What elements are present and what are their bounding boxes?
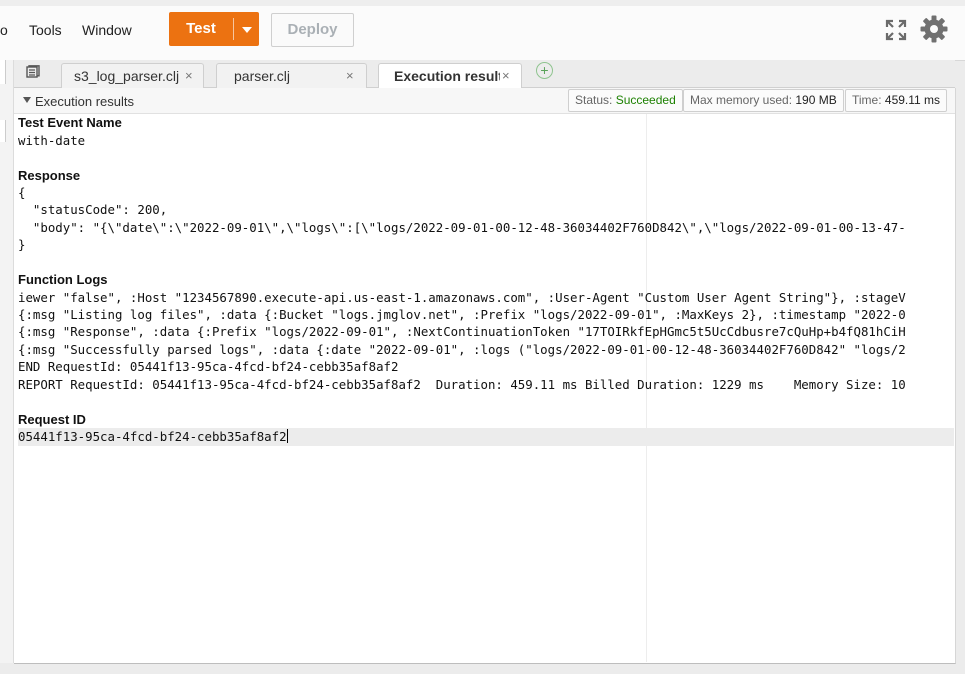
- test-button-label[interactable]: Test: [169, 12, 233, 46]
- response-line: "body": "{\"date\":\"2022-09-01\",\"logs…: [18, 220, 906, 235]
- menu-item-window[interactable]: Window: [82, 22, 132, 38]
- execution-results-panel: Execution results Status: Succeeded Max …: [14, 88, 956, 664]
- log-line: {:msg "Response", :data {:Prefix "logs/2…: [18, 324, 906, 339]
- tab-label[interactable]: Execution results: [394, 68, 500, 84]
- test-button-divider: [233, 18, 234, 40]
- log-line: iewer "false", :Host "1234567890.execute…: [18, 290, 906, 305]
- top-menu-bar: o Tools Window Test Deploy: [0, 0, 965, 61]
- gear-icon[interactable]: [919, 14, 949, 44]
- time-value: 459.11 ms: [884, 93, 941, 107]
- close-icon[interactable]: ×: [346, 68, 354, 83]
- gutter-tab[interactable]: [0, 60, 6, 84]
- menu-item-tools[interactable]: Tools: [29, 22, 62, 38]
- test-event-value: with-date: [18, 133, 86, 148]
- left-gutter: [0, 60, 14, 663]
- panel-header: Execution results Status: Succeeded Max …: [14, 88, 955, 114]
- status-value: Succeeded: [615, 93, 676, 107]
- tab-execution-results[interactable]: Execution results ×: [378, 63, 522, 89]
- log-line: {:msg "Successfully parsed logs", :data …: [18, 342, 906, 357]
- results-content[interactable]: Test Event Name with-date Response { "st…: [18, 114, 954, 659]
- request-id-title: Request ID: [18, 412, 86, 427]
- function-logs-title: Function Logs: [18, 272, 108, 287]
- tab-s3-log-parser[interactable]: s3_log_parser.clj ×: [61, 63, 204, 88]
- status-badge: Status: Succeeded: [568, 89, 683, 112]
- time-badge: Time: 459.11 ms: [845, 89, 948, 112]
- log-line: END RequestId: 05441f13-95ca-4fcd-bf24-c…: [18, 359, 399, 374]
- tab-label[interactable]: s3_log_parser.clj: [74, 68, 186, 84]
- chevron-down-icon[interactable]: [242, 27, 252, 33]
- response-line: "statusCode": 200,: [18, 202, 168, 217]
- top-strip: [0, 0, 965, 6]
- log-line: REPORT RequestId: 05441f13-95ca-4fcd-bf2…: [18, 377, 906, 392]
- menu-item-partial[interactable]: o: [0, 22, 8, 38]
- panel-title[interactable]: Execution results: [35, 94, 134, 109]
- close-icon[interactable]: ×: [502, 68, 510, 83]
- time-label: Time:: [852, 93, 882, 107]
- fullscreen-icon[interactable]: [884, 18, 908, 42]
- log-line: {:msg "Listing log files", :data {:Bucke…: [18, 307, 906, 322]
- tab-parser[interactable]: parser.clj ×: [216, 63, 367, 88]
- gutter-tab[interactable]: [0, 120, 6, 142]
- response-line: }: [18, 237, 26, 252]
- memory-badge: Max memory used: 190 MB: [683, 89, 844, 112]
- status-label: Status:: [575, 93, 613, 107]
- test-event-title: Test Event Name: [18, 115, 122, 130]
- request-id-line: 05441f13-95ca-4fcd-bf24-cebb35af8af2: [18, 429, 288, 444]
- add-tab-icon[interactable]: +: [536, 62, 553, 79]
- collapse-triangle-icon[interactable]: [23, 97, 31, 103]
- memory-value: 190 MB: [795, 93, 837, 107]
- tabs-menu-icon[interactable]: [26, 65, 40, 79]
- close-icon[interactable]: ×: [185, 68, 193, 83]
- response-title: Response: [18, 168, 81, 183]
- memory-label: Max memory used:: [690, 93, 793, 107]
- response-line: {: [18, 185, 26, 200]
- deploy-button[interactable]: Deploy: [271, 13, 354, 47]
- tab-label[interactable]: parser.clj: [234, 68, 334, 84]
- request-id-value: 05441f13-95ca-4fcd-bf24-cebb35af8af2: [18, 429, 287, 444]
- text-cursor: [286, 429, 288, 443]
- editor-tab-bar: s3_log_parser.clj × parser.clj × Executi…: [14, 60, 955, 89]
- test-button[interactable]: Test: [169, 12, 259, 46]
